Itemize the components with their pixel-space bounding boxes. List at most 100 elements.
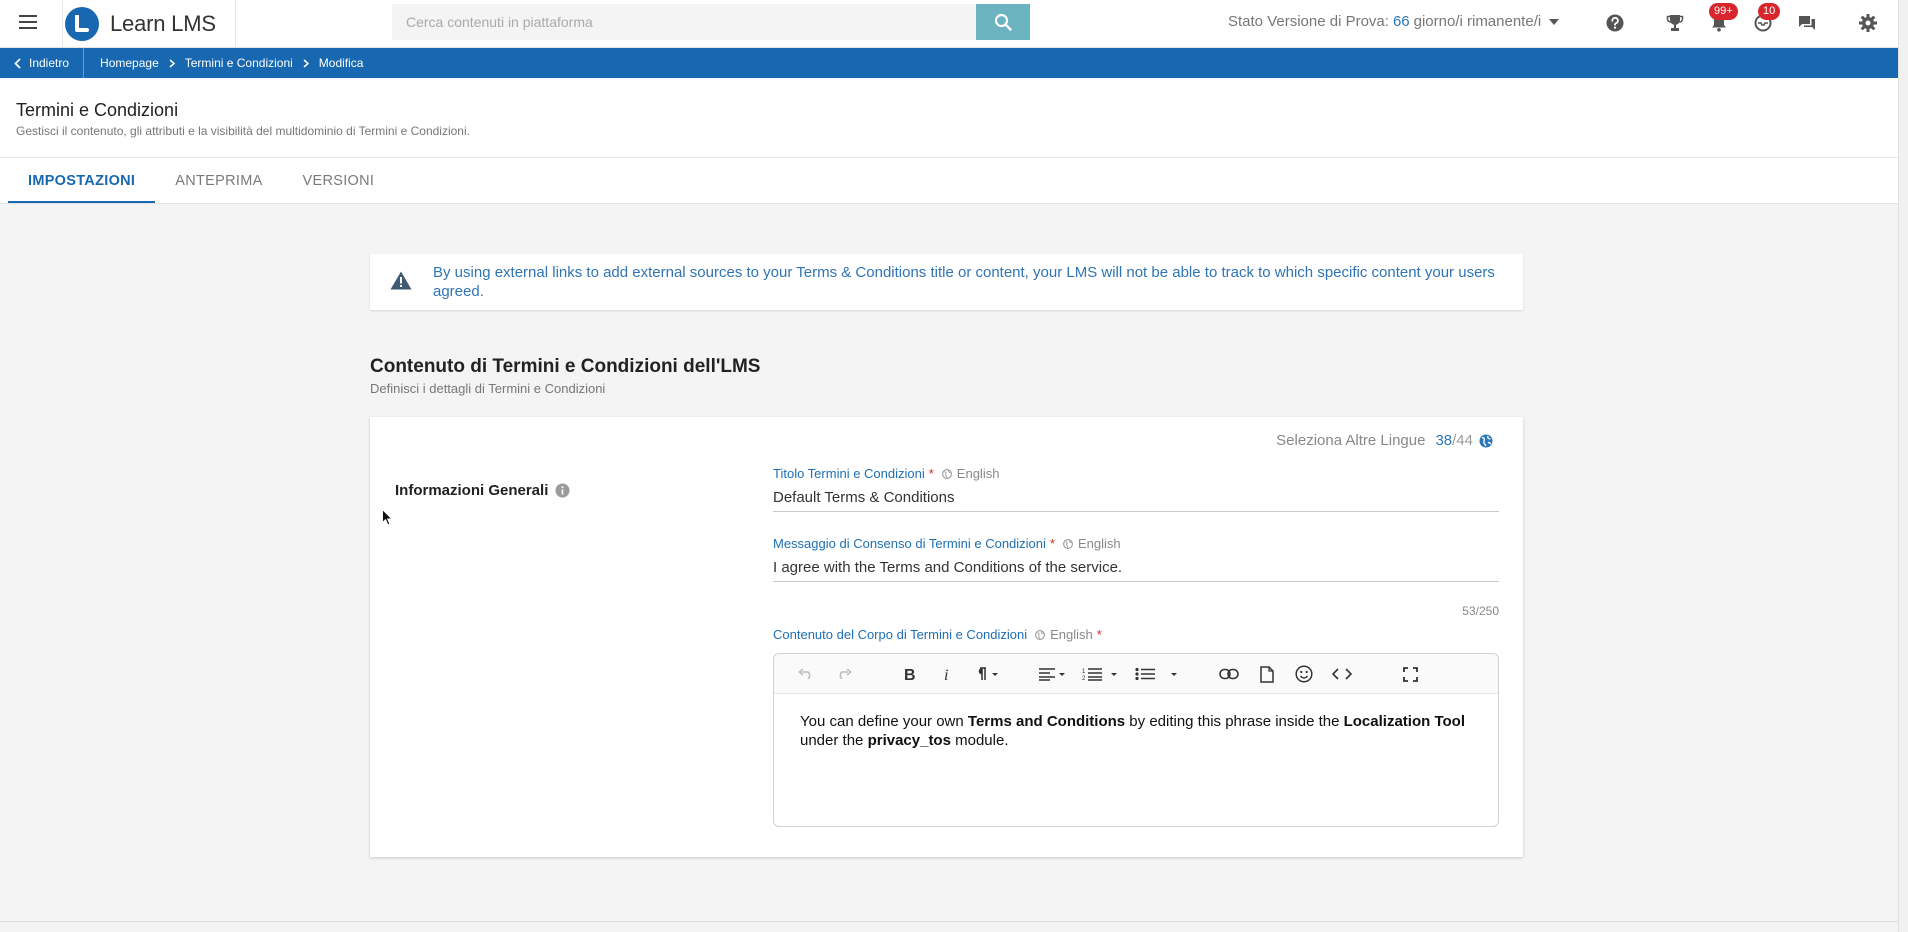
bold-text: privacy_tos xyxy=(867,732,951,749)
bold-text: Terms and Conditions xyxy=(967,713,1126,730)
back-label: Indietro xyxy=(29,56,70,70)
title-field: Titolo Termini e Condizioni * English De… xyxy=(773,466,1499,512)
tab-bar: IMPOSTAZIONI ANTEPRIMA VERSIONI xyxy=(8,158,394,204)
trial-days: 66 xyxy=(1392,13,1410,30)
tab-versions[interactable]: VERSIONI xyxy=(283,158,395,204)
bold-button[interactable]: B xyxy=(897,662,921,686)
messages-badge: 10 xyxy=(1758,3,1781,20)
lang-total: /44 xyxy=(1452,432,1473,449)
bold-text: Localization Tool xyxy=(1343,713,1465,730)
chevron-right-icon xyxy=(169,58,175,68)
code-view-button[interactable] xyxy=(1329,662,1355,686)
breadcrumb-item-homepage[interactable]: Homepage xyxy=(100,56,159,70)
undo-icon xyxy=(798,669,811,679)
chat-icon xyxy=(1799,16,1815,30)
fullscreen-icon xyxy=(1402,666,1418,682)
unordered-list-dropdown[interactable] xyxy=(1134,662,1180,686)
globe-icon xyxy=(1035,629,1046,640)
lang-count: 38 xyxy=(1435,432,1453,449)
paragraph-format-dropdown[interactable] xyxy=(970,662,1004,686)
code-icon xyxy=(1332,668,1352,680)
italic-icon: i xyxy=(944,667,948,681)
divider xyxy=(0,203,1898,204)
svg-text:B: B xyxy=(904,667,915,681)
back-button[interactable]: Indietro xyxy=(0,48,85,78)
svg-text:i: i xyxy=(944,667,948,681)
insert-file-button[interactable] xyxy=(1255,662,1279,686)
consent-field-label: Messaggio di Consenso di Termini e Condi… xyxy=(773,536,1046,551)
file-icon xyxy=(1260,665,1274,683)
trophy-icon xyxy=(1666,15,1684,31)
redo-button[interactable] xyxy=(832,662,856,686)
search-icon xyxy=(994,13,1012,31)
language-tag: English xyxy=(941,466,999,481)
mouse-cursor-icon xyxy=(382,509,393,526)
tab-preview[interactable]: ANTEPRIMA xyxy=(155,158,282,204)
editor-content[interactable]: You can define your own Terms and Condit… xyxy=(774,694,1498,768)
trial-suffix: giorno/i rimanente/i xyxy=(1413,13,1542,30)
unordered-list-icon xyxy=(1135,667,1177,681)
consent-input[interactable]: I agree with the Terms and Conditions of… xyxy=(773,556,1499,582)
alert-text: By using external links to add external … xyxy=(433,264,1495,300)
required-mark: * xyxy=(1096,627,1102,642)
fullscreen-button[interactable] xyxy=(1398,662,1422,686)
breadcrumb-item-terms[interactable]: Termini e Condizioni xyxy=(185,56,293,70)
menu-button[interactable] xyxy=(6,0,50,44)
settings-button[interactable] xyxy=(1854,9,1882,37)
search-button[interactable] xyxy=(976,4,1030,40)
gear-icon xyxy=(1859,14,1877,32)
undo-button[interactable] xyxy=(794,662,818,686)
required-mark: * xyxy=(1049,536,1055,551)
help-icon xyxy=(1606,14,1624,32)
info-icon[interactable] xyxy=(555,483,570,498)
ordered-list-dropdown[interactable]: 12 xyxy=(1080,662,1120,686)
chat-button[interactable] xyxy=(1793,9,1821,37)
trial-status-dropdown[interactable]: Stato Versione di Prova: 66 giorno/i rim… xyxy=(1228,13,1560,30)
globe-icon xyxy=(1479,434,1493,447)
align-left-icon xyxy=(1039,668,1065,681)
search-input[interactable] xyxy=(392,4,976,40)
caret-down-icon xyxy=(1549,18,1560,25)
warning-alert: By using external links to add external … xyxy=(370,254,1523,310)
link-button[interactable] xyxy=(1216,662,1242,686)
page-scrollbar[interactable] xyxy=(1898,0,1908,932)
align-dropdown[interactable] xyxy=(1035,662,1069,686)
select-other-languages[interactable]: Seleziona Altre Lingue 38/44 xyxy=(1276,432,1493,449)
language-tag: English xyxy=(1063,536,1121,551)
help-button[interactable] xyxy=(1601,9,1629,37)
svg-text:1: 1 xyxy=(1082,669,1086,675)
emoji-button[interactable] xyxy=(1292,662,1316,686)
title-input[interactable]: Default Terms & Conditions xyxy=(773,486,1499,512)
body-field-label: Contenuto del Corpo di Termini e Condizi… xyxy=(773,627,1028,642)
ordered-list-icon: 12 xyxy=(1082,668,1117,681)
char-counter: 53/250 xyxy=(1462,604,1499,618)
page-header: Termini e Condizioni Gestisci il contenu… xyxy=(0,78,1898,204)
top-bar: Learn LMS Stato Versione di Prova: 66 gi… xyxy=(0,0,1908,48)
lang-select-label: Seleziona Altre Lingue xyxy=(1276,432,1426,449)
general-info-text: Informazioni Generali xyxy=(395,482,549,499)
achievements-button[interactable] xyxy=(1661,9,1689,37)
general-info-label: Informazioni Generali xyxy=(395,482,570,499)
logo[interactable]: Learn LMS xyxy=(62,0,236,47)
breadcrumb: Indietro Homepage Termini e Condizioni M… xyxy=(0,48,1898,78)
italic-button[interactable]: i xyxy=(935,662,959,686)
warning-icon xyxy=(390,271,412,290)
emoji-icon xyxy=(1295,665,1313,683)
link-icon xyxy=(1219,668,1239,680)
svg-text:2: 2 xyxy=(1082,676,1086,681)
logo-mark-icon xyxy=(65,6,99,41)
divider xyxy=(0,921,1898,922)
terms-content-card: Seleziona Altre Lingue 38/44 Informazion… xyxy=(370,417,1523,857)
consent-field: Messaggio di Consenso di Termini e Condi… xyxy=(773,536,1499,618)
section-subtitle: Definisci i dettagli di Termini e Condiz… xyxy=(370,381,606,396)
editor-toolbar: B i 12 xyxy=(774,654,1498,694)
required-mark: * xyxy=(928,466,934,481)
logo-text: Learn LMS xyxy=(110,10,216,36)
notifications-badge: 99+ xyxy=(1709,3,1738,20)
chevron-left-icon xyxy=(14,57,21,69)
trial-prefix: Stato Versione di Prova: xyxy=(1228,13,1389,30)
title-field-label: Titolo Termini e Condizioni xyxy=(773,466,925,481)
section-title: Contenuto di Termini e Condizioni dell'L… xyxy=(370,356,761,377)
body-field: Contenuto del Corpo di Termini e Condizi… xyxy=(773,627,1499,642)
tab-settings[interactable]: IMPOSTAZIONI xyxy=(8,158,156,204)
